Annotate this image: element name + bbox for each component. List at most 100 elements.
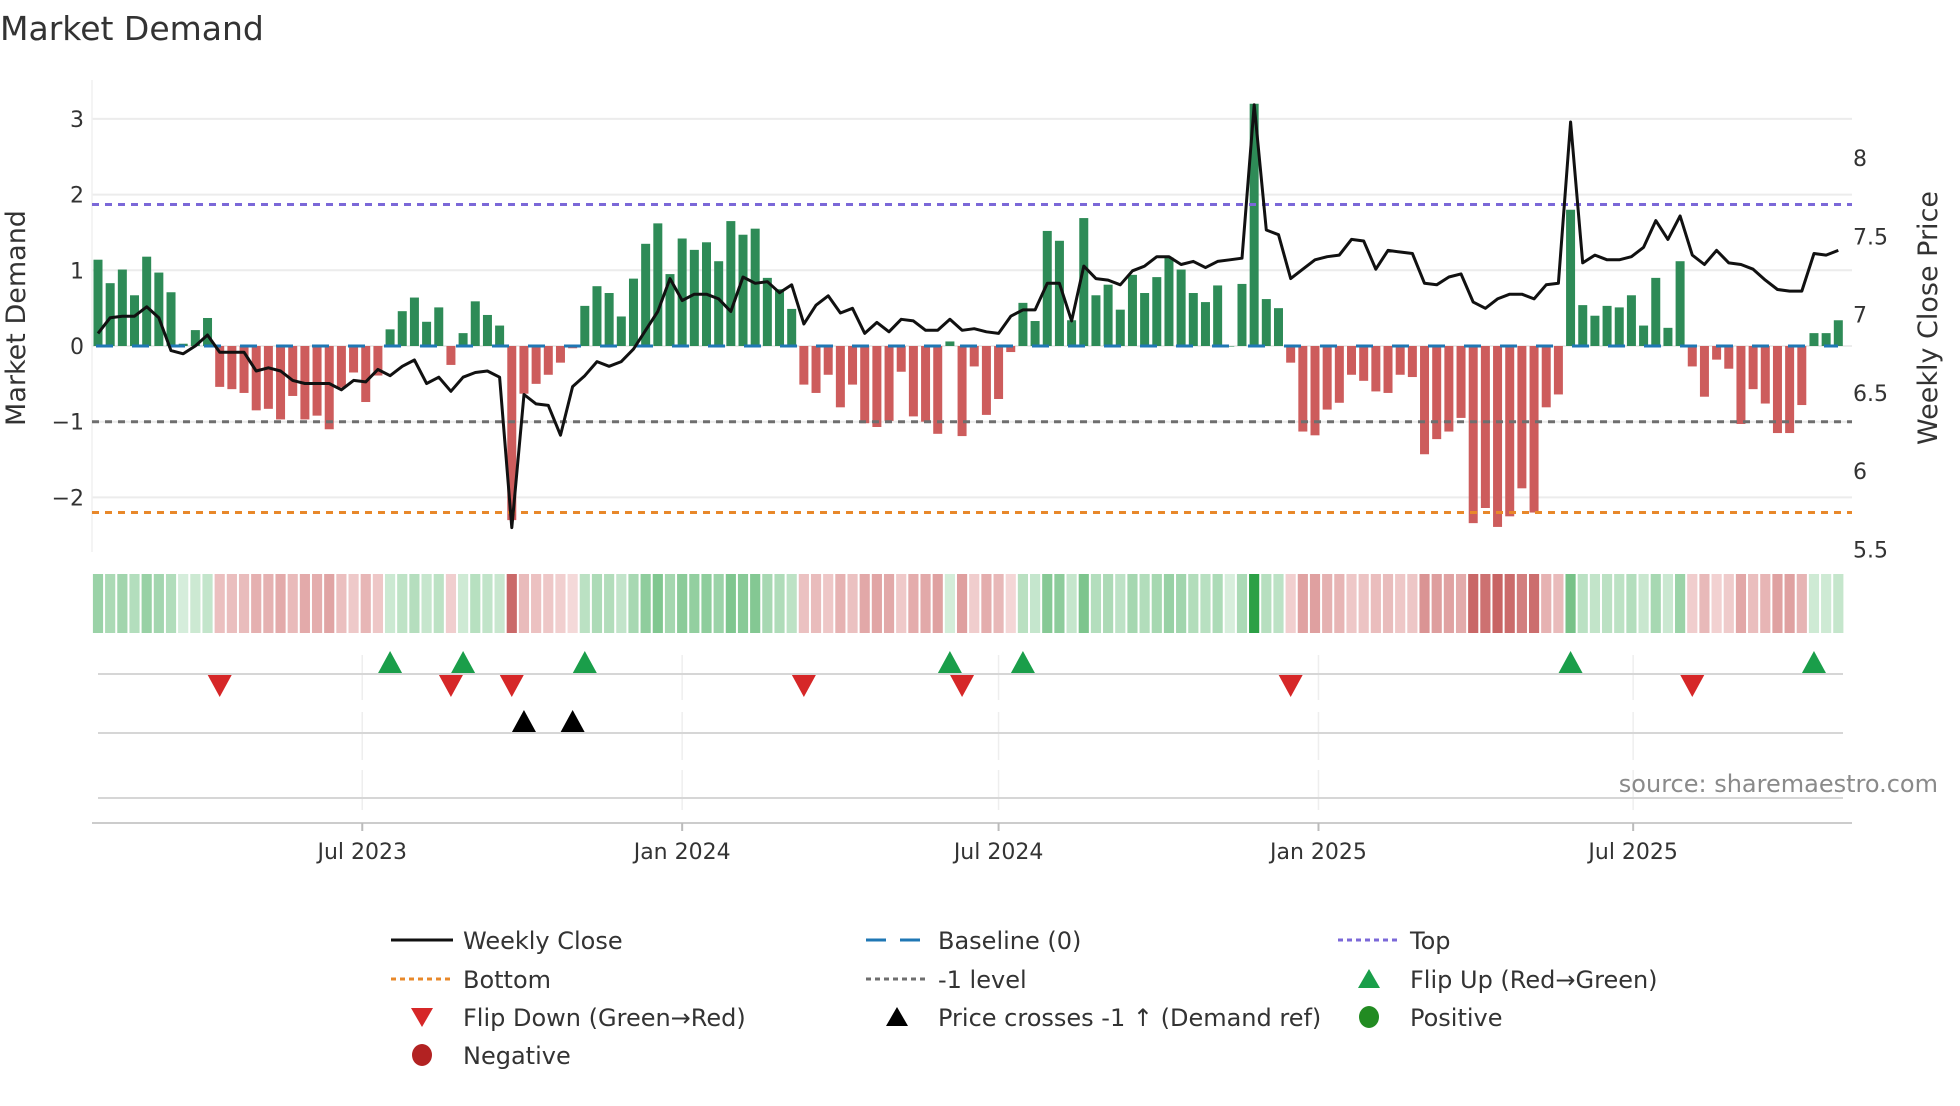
x-tick-label: Jul 2024 bbox=[952, 840, 1044, 865]
heatmap-cell bbox=[810, 574, 822, 633]
heatmap-cell bbox=[360, 574, 371, 633]
demand-tick-label: 0 bbox=[70, 335, 84, 360]
negative-demand-bar bbox=[1687, 346, 1697, 367]
legend-label: Top bbox=[1409, 927, 1451, 955]
x-tick-label: Jul 2023 bbox=[315, 840, 407, 865]
negative-demand-bar bbox=[1347, 346, 1357, 375]
heatmap-cell bbox=[993, 574, 1004, 633]
legend-label: Bottom bbox=[463, 966, 551, 994]
signal-marker-rows bbox=[98, 651, 1843, 810]
heatmap-cell bbox=[737, 574, 749, 633]
heatmap-cell bbox=[397, 574, 408, 633]
positive-demand-bar bbox=[154, 272, 164, 346]
negative-demand-bar bbox=[884, 346, 894, 421]
flip-up-marker bbox=[1558, 651, 1583, 673]
flip-up-marker bbox=[1010, 651, 1035, 673]
negative-demand-bar bbox=[848, 346, 858, 385]
negative-demand-bar bbox=[519, 346, 529, 394]
legend-label: Flip Up (Red→Green) bbox=[1410, 966, 1658, 994]
flip-down-marker bbox=[438, 675, 463, 697]
negative-demand-bar bbox=[288, 346, 298, 396]
heatmap-cell bbox=[1334, 574, 1345, 633]
heatmap-cell bbox=[1322, 574, 1333, 633]
positive-demand-bar bbox=[1103, 284, 1113, 346]
heatmap-cell bbox=[835, 574, 846, 633]
price-tick-label: 7.5 bbox=[1853, 225, 1888, 250]
heatmap-cell bbox=[1200, 574, 1211, 633]
heatmap-cell bbox=[1541, 574, 1552, 633]
flip-up-marker bbox=[937, 651, 962, 673]
positive-demand-bar bbox=[434, 307, 444, 346]
positive-demand-bar bbox=[1140, 293, 1150, 346]
heatmap-cell bbox=[567, 574, 578, 633]
heatmap-cell bbox=[1078, 574, 1089, 633]
heatmap-cell bbox=[1614, 574, 1625, 633]
heatmap-cell bbox=[1626, 574, 1637, 633]
heatmap-cell bbox=[689, 574, 700, 633]
heatmap-cell bbox=[762, 574, 773, 633]
heatmap-cell bbox=[908, 574, 919, 633]
heatmap-cell bbox=[883, 574, 895, 633]
heatmap-cell bbox=[1407, 574, 1418, 633]
positive-demand-bar bbox=[592, 286, 602, 346]
heatmap-cell bbox=[1443, 574, 1454, 633]
negative-demand-bar bbox=[1420, 346, 1430, 455]
heatmap-cell bbox=[1528, 574, 1540, 633]
negative-demand-bar bbox=[312, 346, 322, 416]
heatmap-cell bbox=[1419, 574, 1430, 633]
positive-demand-bar bbox=[1626, 295, 1636, 346]
heatmap-cell bbox=[932, 574, 943, 633]
legend-triangle-swatch bbox=[886, 1007, 908, 1026]
positive-demand-bar bbox=[397, 311, 407, 346]
heatmap-cell bbox=[506, 574, 517, 633]
negative-demand-bar bbox=[896, 346, 906, 372]
legend-item: Negative bbox=[412, 1042, 571, 1070]
negative-demand-bar bbox=[1517, 346, 1527, 489]
heatmap-cell bbox=[92, 574, 104, 633]
chart-title: Market Demand bbox=[0, 9, 264, 48]
weekly-close-line bbox=[96, 103, 1839, 530]
positive-demand-bar bbox=[1566, 209, 1576, 346]
legend-label: Flip Down (Green→Red) bbox=[463, 1004, 746, 1032]
negative-demand-bar bbox=[336, 346, 346, 388]
heatmap-cell bbox=[117, 574, 128, 633]
positive-demand-bar bbox=[1188, 293, 1198, 346]
heatmap-cell bbox=[786, 574, 797, 633]
negative-demand-bar bbox=[811, 346, 821, 393]
negative-demand-bar bbox=[1699, 346, 1709, 397]
positive-demand-bar bbox=[482, 314, 492, 346]
positive-demand-bar bbox=[1152, 277, 1162, 346]
heatmap-cell bbox=[1163, 574, 1175, 633]
heatmap-cell bbox=[604, 574, 615, 633]
heatmap-cell bbox=[1650, 574, 1661, 633]
heatmap-cell bbox=[1577, 574, 1588, 633]
heatmap-cell bbox=[1151, 574, 1162, 633]
heatmap-cell bbox=[153, 574, 164, 633]
negative-demand-bar bbox=[1541, 346, 1551, 408]
heatmap-cell bbox=[299, 574, 310, 633]
heatmap-cell bbox=[178, 574, 189, 633]
negative-demand-bar bbox=[1505, 346, 1515, 517]
positive-demand-bar bbox=[1127, 274, 1137, 346]
heatmap-cell bbox=[944, 574, 955, 633]
heatmap-cell bbox=[1066, 574, 1077, 633]
heatmap-cell bbox=[275, 574, 286, 633]
heatmap-cell bbox=[1468, 574, 1479, 633]
heatmap-cell bbox=[920, 574, 931, 633]
legend-item: Bottom bbox=[391, 966, 551, 994]
negative-demand-bar bbox=[799, 346, 809, 385]
heatmap-cell bbox=[1224, 574, 1235, 633]
price-tick-label: 6 bbox=[1853, 460, 1867, 485]
price-tick-label: 6.5 bbox=[1853, 382, 1888, 407]
demand-tick-label: 2 bbox=[70, 184, 84, 209]
negative-demand-bar bbox=[1724, 346, 1734, 369]
legend-label: Price crosses -1 ↑ (Demand ref) bbox=[938, 1004, 1321, 1032]
heatmap-cell bbox=[664, 574, 676, 633]
price-cross-marker bbox=[560, 710, 585, 732]
flip-up-marker bbox=[451, 651, 476, 673]
heatmap-cell bbox=[555, 574, 566, 633]
heatmap-cell bbox=[372, 574, 383, 633]
heatmap-cell bbox=[1504, 574, 1515, 633]
positive-demand-bar bbox=[1237, 283, 1247, 346]
negative-demand-bar bbox=[531, 346, 541, 384]
